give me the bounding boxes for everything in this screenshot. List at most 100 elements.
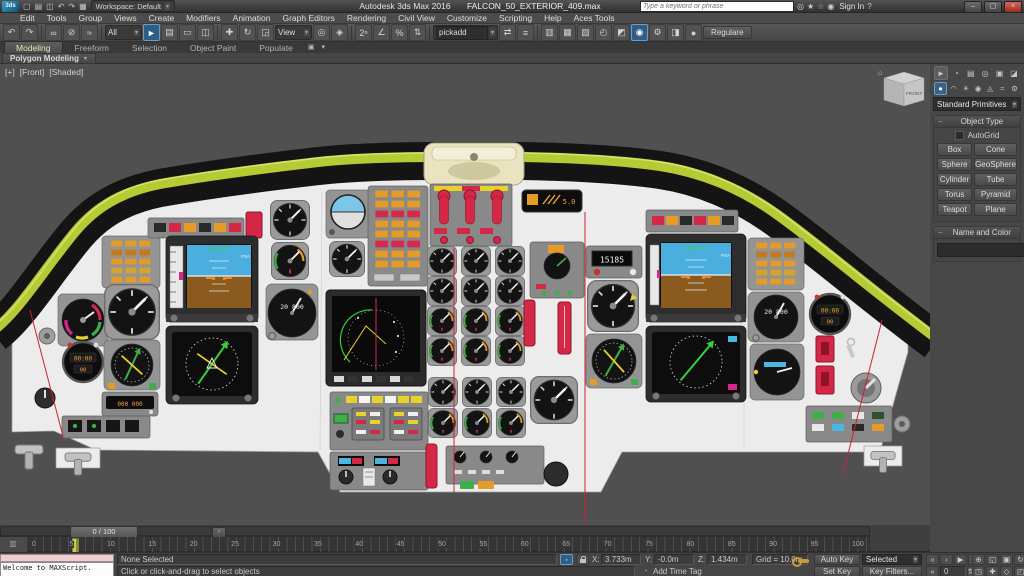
pilot-gauge-mid[interactable] [271,242,308,279]
close-button[interactable]: × [1004,1,1022,13]
redo-quick-icon[interactable]: ↷ [67,1,76,12]
pilot-clock[interactable]: 00:00 00 [63,342,103,382]
pilot-light-panel[interactable] [62,416,150,438]
pilot-master-warning-switch[interactable] [246,212,262,238]
schematic-view-icon[interactable]: ◩ [613,24,630,41]
helpers-category[interactable]: ◬ [985,83,996,94]
ribbon-tab-modeling[interactable]: Modeling [4,41,63,53]
panel-knob-dark[interactable] [35,388,55,408]
copilot-airspeed-indicator[interactable] [588,281,639,332]
named-selection-sets-field-input[interactable] [436,26,488,40]
viewport-menu-shading[interactable]: [Shaded] [49,67,83,77]
rotary-selector-knob[interactable] [851,373,881,403]
pilot-airspeed-indicator[interactable] [105,285,160,340]
snap-toggle-icon[interactable]: 2ⁿ [355,24,372,41]
zoom-icon[interactable]: ⊕ [972,554,985,565]
copilot-guarded-switch-top[interactable] [816,336,834,362]
copilot-preselect-display[interactable]: 15185 [586,246,642,278]
amber-button[interactable] [478,481,494,489]
utilities-tab[interactable]: ◪ [1008,67,1020,79]
center-subpanel[interactable] [330,392,428,450]
minimize-button[interactable]: – [964,1,982,13]
geometry-category[interactable]: ● [934,82,947,95]
autogrid-checkbox[interactable] [955,131,964,140]
menu-tools[interactable]: Tools [41,13,73,24]
pyramid-button[interactable]: Pyramid [974,188,1017,201]
menu-rendering[interactable]: Rendering [341,13,392,24]
previous-frame-button[interactable]: ‹ [940,554,953,565]
menu-modifiers[interactable]: Modifiers [180,13,226,24]
maximize-viewport-icon[interactable]: ◰ [1014,566,1024,576]
display-tab[interactable]: ▣ [994,67,1006,79]
select-and-move-icon[interactable]: ✚ [221,24,238,41]
tube-button[interactable]: Tube [974,173,1017,186]
workspace-dropdown[interactable]: Workspace: Default ▾ [91,0,175,12]
name-color-header[interactable]: − Name and Color [934,227,1020,239]
zoom-region-icon[interactable]: ◳ [972,566,985,576]
selection-region-icon[interactable]: ▭ [179,24,196,41]
fire-handle[interactable] [464,190,476,224]
ribbon-tab-object-paint[interactable]: Object Paint [179,42,247,53]
help-icon[interactable]: ? [867,2,871,11]
toggle-ribbon-icon[interactable]: ▧ [577,24,594,41]
viewport-front[interactable]: [+] [Front] [Shaded] [0,64,930,525]
box-button[interactable]: Box [937,143,972,156]
key-filters-button[interactable]: Key Filters... [862,566,922,576]
walk-through-icon[interactable]: ◇ [1000,566,1013,576]
object-name-input[interactable] [937,243,1024,257]
ribbon-collapse-icon[interactable]: ▾ [318,43,328,53]
y-coordinate-field[interactable]: -0.0m [654,554,694,565]
pan-icon[interactable]: ✚ [986,566,999,576]
angle-snap-icon[interactable]: ∠ [373,24,390,41]
engine-instrument-grid[interactable] [427,246,524,365]
search-input[interactable] [640,1,794,12]
favorites-icon[interactable]: ☆ [817,2,824,11]
center-caution-panel[interactable] [368,186,428,286]
menu-create[interactable]: Create [143,13,181,24]
reference-coordinate-dropdown[interactable]: View▾ [275,25,312,40]
sign-in-button[interactable]: Sign In [839,2,864,11]
menu-scripting[interactable]: Scripting [493,13,538,24]
select-and-link-icon[interactable]: ∞ [45,24,62,41]
select-and-manipulate-icon[interactable]: ◈ [331,24,348,41]
ribbon-panel-icon[interactable]: ▣ [305,43,318,53]
new-scene-icon[interactable]: ▢ [22,1,32,12]
selection-lock-icon[interactable] [576,554,589,565]
copilot-guarded-switch-bottom[interactable] [816,366,834,394]
standby-adi[interactable] [326,190,370,238]
ribbon-tab-selection[interactable]: Selection [121,42,178,53]
center-knob[interactable] [544,462,568,486]
curve-editor-icon[interactable]: ◴ [595,24,612,41]
viewcube-front-face[interactable]: FRONT [906,91,923,97]
green-button[interactable] [460,481,474,489]
save-file-icon[interactable]: ◫ [45,1,55,12]
copilot-clock[interactable]: 00:00 00 [810,294,850,334]
fire-handle-panel[interactable] [430,184,512,246]
material-editor-icon[interactable]: ◉ [631,24,648,41]
pressurization-panel[interactable] [330,452,428,490]
keyboard-override-icon[interactable] [798,559,809,563]
menu-views[interactable]: Views [108,13,143,24]
pilot-ehsi-display[interactable] [326,290,426,386]
select-object-icon[interactable]: ► [143,24,160,41]
search-icon[interactable]: ◎ [797,2,804,11]
menu-help[interactable]: Help [538,13,567,24]
modify-tab[interactable]: ◔ [950,67,962,79]
copilot-hsi[interactable] [646,326,746,402]
copilot-rmi[interactable] [586,334,642,388]
pilot-hsi[interactable] [166,326,258,404]
menu-civil-view[interactable]: Civil View [392,13,441,24]
rendered-frame-icon[interactable]: ◨ [667,24,684,41]
restore-button[interactable]: ▢ [984,1,1002,13]
track-bar[interactable]: ▥ 05101520253035404550556065707580859095… [0,537,870,552]
go-to-start-icon[interactable]: « [926,566,939,576]
cameras-category[interactable]: ◉ [972,83,983,94]
zoom-extents-icon[interactable]: ▣ [1000,554,1013,565]
set-key-button[interactable]: Set Key [814,566,860,576]
pilot-adi[interactable]: HDG FIT PSA [166,236,258,322]
menu-edit[interactable]: Edit [14,13,41,24]
maxscript-listener[interactable]: Welcome to MAXScript. [0,562,114,576]
torus-button[interactable]: Torus [937,188,972,201]
render-setup-icon[interactable]: ⚙ [649,24,666,41]
engine-color-gauge[interactable] [58,294,108,346]
